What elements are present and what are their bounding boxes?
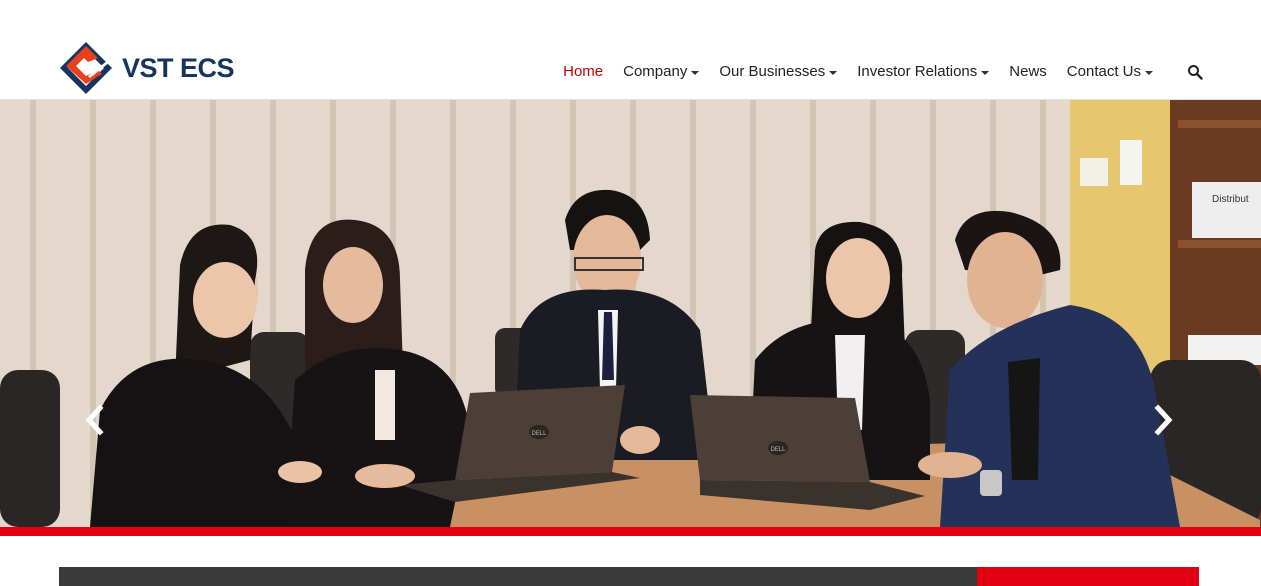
brand-name: VST ECS [122,52,235,83]
nav-our-businesses[interactable]: Our Businesses [719,63,838,80]
team-meeting-photo: Distribut DELL DELL [0,100,1261,527]
search-icon[interactable] [1187,64,1203,80]
caret-down-icon [691,70,700,75]
logo[interactable]: VST ECS [58,40,235,96]
carousel-prev-button[interactable] [80,402,110,438]
hero-carousel: Distribut DELL DELL [0,100,1261,527]
nav-label: Company [623,63,688,80]
accent-bar [0,527,1261,536]
chevron-right-icon [1154,404,1173,436]
caret-down-icon [829,70,838,75]
nav-home[interactable]: Home [563,63,603,80]
carousel-next-button[interactable] [1148,402,1178,438]
nav-label: Investor Relations [857,63,978,80]
nav-news[interactable]: News [1009,63,1047,80]
nav-investor-relations[interactable]: Investor Relations [857,63,990,80]
nav-contact-us[interactable]: Contact Us [1067,63,1153,80]
wall-sign-text: Distribut [1212,194,1249,205]
site-header: VST ECS Home Company Our Businesses Inve… [0,0,1261,100]
content-banner [59,567,977,586]
nav-company[interactable]: Company [623,63,700,80]
nav-label: News [1009,63,1047,80]
content-banner-red-panel [977,567,1199,586]
nav-label: Home [563,63,604,80]
chevron-left-icon [85,404,104,436]
vst-logo-icon [60,42,112,94]
caret-down-icon [981,70,990,75]
main-nav: Home Company Our Businesses Investor Rel… [543,63,1203,80]
laptop-brand-left: DELL [531,431,547,437]
nav-label: Contact Us [1066,63,1141,80]
nav-label: Our Businesses [719,63,826,80]
laptop-brand-right: DELL [770,447,786,453]
caret-down-icon [1145,70,1153,75]
